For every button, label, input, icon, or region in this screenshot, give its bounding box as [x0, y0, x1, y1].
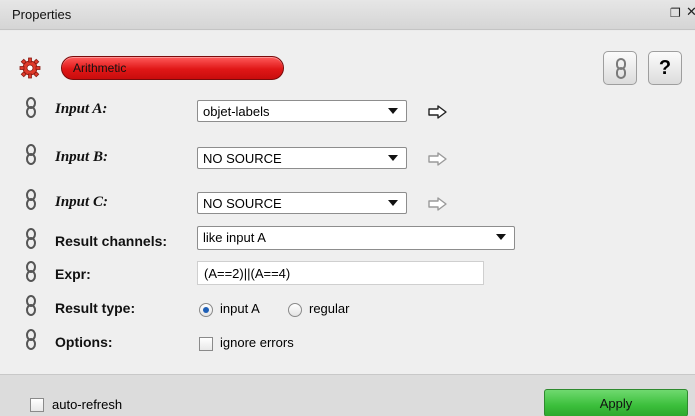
result-channels-value: like input A [203, 230, 266, 245]
link-button[interactable] [603, 51, 637, 85]
float-window-icon[interactable]: ❐ [670, 6, 684, 20]
chevron-down-icon [388, 108, 398, 114]
input-a-arrow-icon[interactable] [428, 105, 448, 119]
footer-bar: auto-refresh Apply [0, 374, 695, 416]
module-name-label: Arithmetic [73, 61, 127, 75]
input-c-link-icon[interactable] [22, 189, 40, 211]
input-a-select[interactable]: objet-labels [197, 100, 407, 122]
help-button[interactable]: ? [648, 51, 682, 85]
radio-regular[interactable] [288, 303, 302, 317]
input-b-value: NO SOURCE [203, 151, 282, 166]
input-b-arrow-icon[interactable] [428, 152, 448, 166]
close-icon[interactable]: ✕ [686, 5, 695, 21]
expr-label: Expr: [55, 266, 91, 282]
result-type-link-icon[interactable] [22, 295, 40, 317]
options-link-icon[interactable] [22, 329, 40, 351]
options-label: Options: [55, 334, 113, 350]
expr-link-icon[interactable] [22, 261, 40, 283]
input-a-link-icon[interactable] [22, 97, 40, 119]
ignore-errors-checkbox[interactable] [199, 337, 213, 351]
red-gear-icon [19, 57, 41, 79]
input-a-value: objet-labels [203, 104, 270, 119]
auto-refresh-label: auto-refresh [52, 397, 123, 412]
result-channels-label: Result channels: [55, 233, 168, 249]
module-name-button[interactable]: Arithmetic [61, 56, 284, 80]
radio-input-a[interactable] [199, 303, 213, 317]
auto-refresh-checkbox[interactable] [30, 398, 44, 412]
chevron-down-icon [388, 155, 398, 161]
input-b-label: Input B: [55, 149, 108, 165]
radio-input-a-label: input A [220, 301, 260, 316]
radio-regular-label: regular [309, 301, 350, 316]
ignore-errors-label: ignore errors [220, 335, 294, 350]
properties-panel: Arithmetic ? Input A: objet-labels Input… [0, 31, 695, 374]
apply-button[interactable]: Apply [544, 389, 688, 416]
chain-link-icon [616, 58, 626, 79]
result-type-label: Result type: [55, 300, 136, 316]
input-b-select[interactable]: NO SOURCE [197, 147, 407, 169]
input-c-label: Input C: [55, 194, 108, 210]
window-title: Properties [12, 7, 72, 22]
title-bar: Properties ❐ ✕ [0, 0, 695, 30]
result-channels-link-icon[interactable] [22, 228, 40, 250]
input-c-select[interactable]: NO SOURCE [197, 192, 407, 214]
result-channels-select[interactable]: like input A [197, 226, 515, 250]
input-c-arrow-icon[interactable] [428, 197, 448, 211]
input-b-link-icon[interactable] [22, 144, 40, 166]
chevron-down-icon [388, 200, 398, 206]
input-c-value: NO SOURCE [203, 196, 282, 211]
input-a-label: Input A: [55, 101, 108, 117]
expr-field[interactable]: (A==2)||(A==4) [197, 261, 484, 285]
chevron-down-icon [496, 234, 506, 240]
